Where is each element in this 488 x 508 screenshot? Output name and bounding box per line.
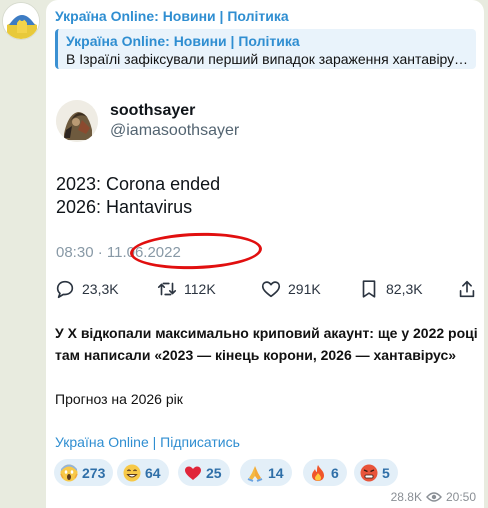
tweet-author-avatar (56, 100, 98, 142)
reaction-scream[interactable]: 273 (54, 459, 114, 486)
tweet-author-handle: @iamasoothsayer (110, 122, 240, 139)
tweet-screenshot: soothsayer @iamasoothsayer 2023: Corona … (46, 78, 484, 308)
tweet-retweet-action: 112K (156, 277, 216, 301)
angry-icon (360, 464, 378, 482)
grin-icon (123, 464, 141, 482)
reply-title: Україна Online: Новини | Політика (66, 33, 300, 49)
post-caption: Прогноз на 2026 рік (55, 391, 183, 407)
reaction-grin[interactable]: 64 (117, 459, 169, 486)
channel-avatar[interactable] (2, 2, 40, 40)
bookmark-icon (362, 280, 376, 298)
tweet-bookmark-action: 82,3K (358, 277, 423, 301)
tweet-text: 2023: Corona ended 2026: Hantavirus (56, 173, 220, 219)
message-meta: 28.8K 20:50 (391, 490, 476, 504)
eye-icon (426, 492, 442, 502)
scream-icon (60, 464, 78, 482)
reaction-pray[interactable]: 14 (240, 459, 292, 486)
channel-name[interactable]: Україна Online: Новини | Політика (55, 8, 289, 24)
like-count: 291K (288, 281, 321, 297)
reaction-angry[interactable]: 5 (354, 459, 398, 486)
reaction-heart[interactable]: 25 (178, 459, 230, 486)
post-text: У Х відкопали максимально криповий акаун… (55, 325, 478, 363)
tweet-author-name: soothsayer (110, 102, 196, 119)
reply-count: 23,3K (82, 281, 119, 297)
reaction-count: 6 (331, 464, 339, 481)
pray-icon (246, 464, 264, 482)
bookmark-count: 82,3K (386, 281, 423, 297)
heart-icon (184, 464, 202, 482)
retweet-count: 112K (184, 281, 216, 297)
channel-logo-icon (3, 3, 39, 39)
tweet-share-action (456, 277, 478, 301)
reaction-count: 5 (382, 464, 390, 481)
reaction-fire[interactable]: 6 (303, 459, 347, 486)
highlight-circle (129, 230, 263, 272)
tweet-line-2: 2026: Hantavirus (56, 197, 193, 217)
subscribe-link[interactable]: Україна Online | Підписатись (55, 434, 240, 450)
reply-preview[interactable]: Україна Online: Новини | Політика В Ізра… (55, 29, 476, 69)
reaction-count: 25 (206, 464, 222, 481)
reaction-count: 64 (145, 464, 161, 481)
tweet-reply-action: 23,3K (54, 277, 119, 301)
retweet-icon (157, 282, 177, 296)
reaction-count: 273 (82, 464, 106, 481)
tweet-actions: 23,3K 112K 291K 82,3K (54, 277, 478, 301)
soothsayer-avatar-icon (56, 100, 98, 142)
message-bubble: Україна Online: Новини | Політика Україн… (46, 0, 484, 508)
tweet-line-1: 2023: Corona ended (56, 174, 221, 194)
share-icon (459, 280, 475, 298)
reply-text: В Ізраїлі зафіксували перший випадок зар… (66, 51, 472, 67)
tweet-like-action: 291K (260, 277, 321, 301)
fire-icon (309, 464, 327, 482)
comment-icon (56, 280, 74, 299)
view-count: 28.8K (390, 490, 422, 504)
reaction-count: 14 (268, 464, 284, 481)
heart-icon (261, 281, 281, 298)
message-time: 20:50 (445, 490, 476, 504)
